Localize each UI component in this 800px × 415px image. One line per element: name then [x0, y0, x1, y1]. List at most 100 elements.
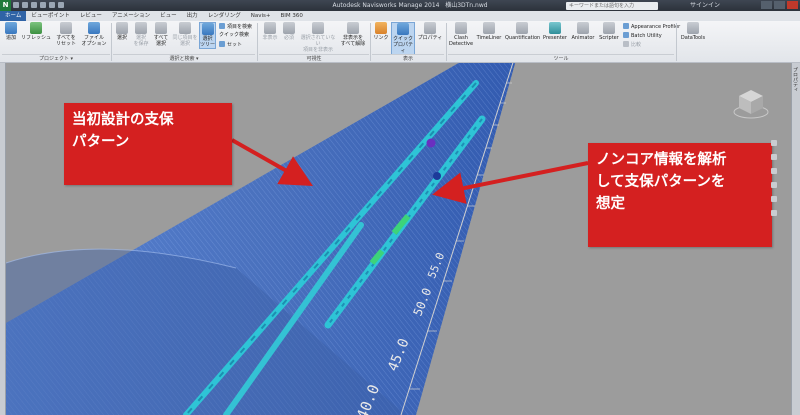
app-logo-icon[interactable]: N	[0, 0, 11, 11]
selection-tree-button[interactable]: 選択 ツリー	[199, 22, 216, 49]
group-visibility: 可視性	[259, 54, 369, 62]
timeliner-button[interactable]: TimeLiner	[475, 22, 503, 41]
steering-wheel-icon[interactable]	[771, 140, 777, 146]
datatools-label: DataTools	[680, 35, 706, 41]
open-icon[interactable]	[22, 2, 28, 8]
file-name: 横山3DTn.nwd	[445, 2, 488, 9]
tab-navisplus[interactable]: Navis+	[246, 11, 276, 21]
callout-original-line-1: 当初設計の支保	[72, 112, 174, 128]
presenter-button[interactable]: Presenter	[541, 22, 569, 41]
appearance-profiler-button[interactable]: Appearance Profiler	[623, 23, 680, 31]
sets-dropdown[interactable]: セット	[219, 41, 242, 49]
undo-icon[interactable]	[49, 2, 55, 8]
batch-utility-icon	[623, 32, 629, 38]
properties-label: プロパティ	[417, 35, 443, 41]
quantification-button[interactable]: Quantification	[505, 22, 540, 41]
tab-view[interactable]: ビュー	[155, 11, 182, 21]
orbit-icon[interactable]	[771, 182, 777, 188]
require-label: 必須	[283, 35, 294, 41]
file-options-icon	[88, 22, 100, 34]
tab-render[interactable]: レンダリング	[203, 11, 246, 21]
sets-icon	[219, 41, 225, 47]
clash-detective-button[interactable]: Clash Detective	[449, 22, 473, 47]
signin-button[interactable]: サインイン	[690, 0, 720, 11]
unhide-icon	[347, 22, 359, 34]
save-selection-label-2: を保存	[133, 41, 149, 47]
navigation-bar	[770, 140, 779, 220]
timeliner-icon	[483, 22, 495, 34]
tab-output[interactable]: 出力	[182, 11, 203, 21]
properties-dock-tab[interactable]: プロパティ	[792, 67, 799, 92]
reset-all-button[interactable]: すべてを リセット	[54, 22, 78, 47]
append-icon	[5, 22, 17, 34]
walk-icon[interactable]	[771, 210, 777, 216]
hide-unselected-button[interactable]: 選択されていない 項目を非表示	[299, 22, 337, 53]
links-label: リンク	[373, 35, 389, 41]
scripter-button[interactable]: Scripter	[597, 22, 621, 41]
maximize-button[interactable]	[774, 1, 785, 9]
redo-icon[interactable]	[58, 2, 64, 8]
hide-icon	[264, 22, 276, 34]
select-all-button[interactable]: すべて 選択	[152, 22, 170, 47]
borehole-marker[interactable]	[433, 172, 441, 180]
viewcube-icon[interactable]	[732, 86, 770, 120]
batch-utility-label: Batch Utility	[631, 33, 662, 39]
save-selection-button[interactable]: 選択 を保存	[132, 22, 150, 47]
close-button[interactable]	[787, 1, 798, 9]
animator-icon	[577, 22, 589, 34]
hide-unselected-label-1: 選択されていない	[300, 35, 336, 47]
ribbon-separator	[257, 23, 258, 61]
hide-button[interactable]: 非表示	[262, 22, 278, 41]
callout-original-design: 当初設計の支保 パターン	[64, 103, 232, 185]
link-icon	[375, 22, 387, 34]
scripter-label: Scripter	[599, 35, 619, 41]
find-items-label: 項目を検索	[227, 24, 253, 30]
links-button[interactable]: リンク	[373, 22, 389, 41]
tab-bim360[interactable]: BIM 360	[275, 11, 307, 21]
tab-animation[interactable]: アニメーション	[107, 11, 155, 21]
borehole-marker[interactable]	[426, 138, 436, 148]
callout-estimated-line-2: して支保パターンを	[596, 174, 726, 190]
search-input[interactable]: キーワードまたは語句を入力	[566, 2, 658, 10]
datatools-button[interactable]: DataTools	[680, 22, 706, 41]
quick-find-input[interactable]: クイック検索	[219, 32, 249, 39]
require-button[interactable]: 必須	[281, 22, 297, 41]
group-select-search[interactable]: 選択と検索 ▾	[113, 54, 255, 62]
quick-find-label: クイック検索	[219, 32, 250, 38]
select-all-icon	[155, 22, 167, 34]
refresh-button[interactable]: リフレッシュ	[20, 22, 52, 41]
datatools-icon	[687, 22, 699, 34]
zoom-icon[interactable]	[771, 168, 777, 174]
file-options-button[interactable]: ファイル オプション	[80, 22, 108, 47]
hide-label: 非表示	[262, 35, 278, 41]
animator-button[interactable]: Animator	[570, 22, 596, 41]
select-all-label-2: 選択	[155, 41, 166, 47]
new-icon[interactable]	[13, 2, 19, 8]
select-same-button[interactable]: 同じ項目を 選択	[172, 22, 198, 47]
callout-estimated-line-3: 想定	[596, 196, 625, 212]
tab-viewpoint[interactable]: ビューポイント	[26, 11, 75, 21]
quick-properties-button[interactable]: クイック プロパティ	[391, 22, 415, 55]
minimize-button[interactable]	[761, 1, 772, 9]
select-same-icon	[179, 22, 191, 34]
quick-properties-icon	[397, 23, 409, 35]
properties-button[interactable]: プロパティ	[417, 22, 443, 41]
clash-label-2: Detective	[449, 41, 474, 47]
append-button[interactable]: 追加	[3, 22, 19, 41]
select-button[interactable]: 選択	[114, 22, 130, 41]
unhide-all-button[interactable]: 非表示を すべて解除	[339, 22, 367, 47]
find-items-button[interactable]: 項目を検索	[219, 23, 252, 31]
appearance-profiler-label: Appearance Profiler	[631, 24, 681, 30]
sets-label: セット	[227, 42, 243, 48]
save-icon[interactable]	[31, 2, 37, 8]
batch-utility-button[interactable]: Batch Utility	[623, 32, 662, 40]
tab-review[interactable]: レビュー	[75, 11, 107, 21]
pan-icon[interactable]	[771, 154, 777, 160]
hide-unselected-icon	[312, 22, 324, 34]
group-project[interactable]: プロジェクト ▾	[2, 54, 110, 62]
compare-button[interactable]: 比較	[623, 41, 641, 49]
right-dock-strip[interactable]: プロパティ	[791, 63, 800, 415]
look-icon[interactable]	[771, 196, 777, 202]
tab-home[interactable]: ホーム	[0, 11, 27, 21]
print-icon[interactable]	[40, 2, 46, 8]
